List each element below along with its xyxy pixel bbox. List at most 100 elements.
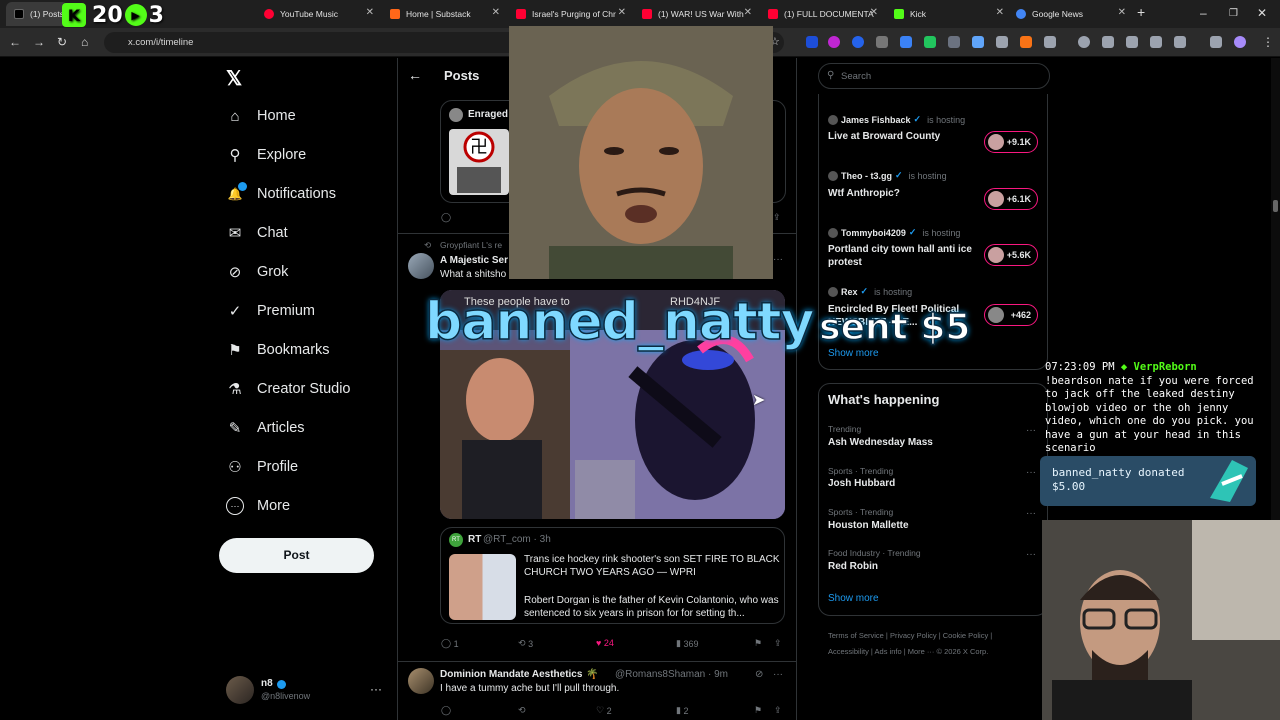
close-tab-icon[interactable]: ✕ xyxy=(618,7,626,18)
repost-icon[interactable]: ⟲ xyxy=(518,705,526,716)
trend-more-icon[interactable]: ··· xyxy=(1026,549,1036,560)
extension-icon[interactable] xyxy=(948,36,960,48)
reply-icon[interactable]: ◯ xyxy=(441,212,451,223)
sidebar-item-creator-studio[interactable]: ⚗ Creator Studio xyxy=(226,377,350,401)
footer-links[interactable]: Terms of Service | Privacy Policy | Cook… xyxy=(828,631,992,640)
extension-icon[interactable] xyxy=(972,36,984,48)
share-icon[interactable]: ⇪ xyxy=(774,638,782,649)
tab-youtube-2[interactable]: (1) WAR! US War With ✕ xyxy=(634,2,758,26)
account-switcher[interactable]: n8 @n8livenow ··· xyxy=(226,676,382,704)
bookmark-icon[interactable]: ⚑ xyxy=(754,705,762,716)
tab-youtube-1[interactable]: Israel's Purging of Chr ✕ xyxy=(508,2,632,26)
reply-button[interactable]: ◯ 1 xyxy=(441,638,459,649)
space-host[interactable]: Theo - t3.gg ✓ is hosting xyxy=(828,170,947,181)
post-more-icon[interactable]: ··· xyxy=(773,254,783,265)
close-tab-icon[interactable]: ✕ xyxy=(996,7,1004,18)
space-title[interactable]: Wtf Anthropic? xyxy=(828,187,978,200)
sidebar-item-explore[interactable]: ⚲ Explore xyxy=(226,143,307,167)
trend-name[interactable]: Ash Wednesday Mass xyxy=(828,437,933,448)
tab-substack[interactable]: Home | Substack ✕ xyxy=(382,2,506,26)
reading-list-icon[interactable] xyxy=(1150,36,1162,48)
listener-count-pill[interactable]: +9.1K xyxy=(984,131,1038,153)
devtools-icon[interactable] xyxy=(1126,36,1138,48)
close-window-button[interactable]: ✕ xyxy=(1257,6,1267,20)
trend-name[interactable]: Josh Hubbard xyxy=(828,478,895,489)
sidebar-item-home[interactable]: ⌂ Home xyxy=(226,104,295,128)
tab-youtube-music[interactable]: YouTube Music ✕ xyxy=(256,2,380,26)
share-icon[interactable]: ⇪ xyxy=(773,212,781,223)
close-tab-icon[interactable]: ✕ xyxy=(744,7,752,18)
maximize-button[interactable]: ❐ xyxy=(1229,8,1238,19)
like-button[interactable]: ♡ 2 xyxy=(596,705,612,716)
profile-avatar-icon[interactable] xyxy=(1234,36,1246,48)
space-host[interactable]: James Fishback ✓ is hosting xyxy=(828,114,965,125)
search-input[interactable]: ⚲ Search xyxy=(818,63,1050,89)
tab-kick[interactable]: Kick ✕ xyxy=(886,2,1010,26)
extension-icon[interactable] xyxy=(852,36,864,48)
trend-more-icon[interactable]: ··· xyxy=(1026,467,1036,478)
grok-icon[interactable]: ⊘ xyxy=(755,669,763,680)
post-author[interactable]: A Majestic Ser xyxy=(440,255,508,266)
views-button[interactable]: ▮ 369 xyxy=(676,638,699,649)
reload-icon[interactable]: ↻ xyxy=(57,35,67,49)
menu-dots-icon[interactable]: ⋮ xyxy=(1262,35,1274,49)
toolbar-icon[interactable] xyxy=(1102,36,1114,48)
extension-icon[interactable] xyxy=(876,36,888,48)
trend-more-icon[interactable]: ··· xyxy=(1026,425,1036,436)
space-title[interactable]: Live at Broward County xyxy=(828,130,978,143)
minimize-button[interactable]: – xyxy=(1200,6,1207,20)
sidebar-item-premium[interactable]: ✓ Premium xyxy=(226,299,315,323)
extension-icon[interactable] xyxy=(924,36,936,48)
sidebar-icon[interactable] xyxy=(1174,36,1186,48)
new-tab-button[interactable]: + xyxy=(1137,4,1145,20)
footer-links[interactable]: Accessibility | Ads info | More ··· © 20… xyxy=(828,647,988,656)
sidebar-item-chat[interactable]: ✉ Chat xyxy=(226,221,288,245)
listener-count-pill[interactable]: +6.1K xyxy=(984,188,1038,210)
like-button[interactable]: ♥ 24 xyxy=(596,638,614,648)
trend-more-icon[interactable]: ··· xyxy=(1026,508,1036,519)
forward-icon[interactable]: → xyxy=(33,35,45,49)
sidebar-item-articles[interactable]: ✎ Articles xyxy=(226,416,305,440)
avatar[interactable] xyxy=(408,668,434,694)
extension-icon[interactable] xyxy=(900,36,912,48)
back-icon[interactable]: ← xyxy=(9,35,21,49)
reply-icon[interactable]: ◯ xyxy=(441,705,451,716)
extension-icon[interactable] xyxy=(828,36,840,48)
quoted-post-card[interactable]: RT RT @RT_com · 3h Trans ice hockey rink… xyxy=(440,527,785,624)
close-tab-icon[interactable]: ✕ xyxy=(1118,7,1126,18)
sidebar-item-bookmarks[interactable]: ⚑ Bookmarks xyxy=(226,338,329,362)
tab-posts[interactable]: (1) Posts / xyxy=(6,2,68,26)
close-tab-icon[interactable]: ✕ xyxy=(492,7,500,18)
space-title[interactable]: Portland city town hall anti ice protest xyxy=(828,243,978,269)
home-icon[interactable]: ⌂ xyxy=(81,35,88,49)
extension-icon[interactable] xyxy=(1020,36,1032,48)
avatar[interactable] xyxy=(408,253,434,279)
share-icon[interactable]: ⇪ xyxy=(774,705,782,716)
more-dots-icon[interactable]: ··· xyxy=(370,682,382,696)
post-button[interactable]: Post xyxy=(219,538,374,573)
trend-name[interactable]: Houston Mallette xyxy=(828,520,909,531)
space-host[interactable]: Tommyboi4209 ✓ is hosting xyxy=(828,227,960,238)
downloads-icon[interactable] xyxy=(1210,36,1222,48)
tab-google-news[interactable]: Google News ✕ xyxy=(1008,2,1132,26)
views-button[interactable]: ▮ 2 xyxy=(676,705,688,716)
back-arrow-icon[interactable]: ← xyxy=(408,67,422,83)
extension-icon[interactable] xyxy=(806,36,818,48)
trend-name[interactable]: Red Robin xyxy=(828,561,878,572)
listener-count-pill[interactable]: +5.6K xyxy=(984,244,1038,266)
sidebar-item-profile[interactable]: ⚇ Profile xyxy=(226,455,298,479)
show-more-link[interactable]: Show more xyxy=(828,593,879,604)
post-author[interactable]: Dominion Mandate Aesthetics xyxy=(440,669,582,680)
scrollbar-thumb[interactable] xyxy=(1273,200,1278,212)
extension-icon[interactable] xyxy=(996,36,1008,48)
tab-youtube-3[interactable]: (1) FULL DOCUMENTA ✕ xyxy=(760,2,884,26)
history-icon[interactable] xyxy=(1078,36,1090,48)
extensions-puzzle-icon[interactable] xyxy=(1044,36,1056,48)
close-tab-icon[interactable]: ✕ xyxy=(870,7,878,18)
sidebar-item-more[interactable]: ⋯ More xyxy=(226,494,290,518)
sidebar-item-notifications[interactable]: 🔔 Notifications xyxy=(226,182,336,206)
bookmark-icon[interactable]: ⚑ xyxy=(754,638,762,649)
listener-count-pill[interactable]: +462 xyxy=(984,304,1038,326)
repost-button[interactable]: ⟲ 3 xyxy=(518,638,533,649)
post-more-icon[interactable]: ··· xyxy=(773,669,783,680)
